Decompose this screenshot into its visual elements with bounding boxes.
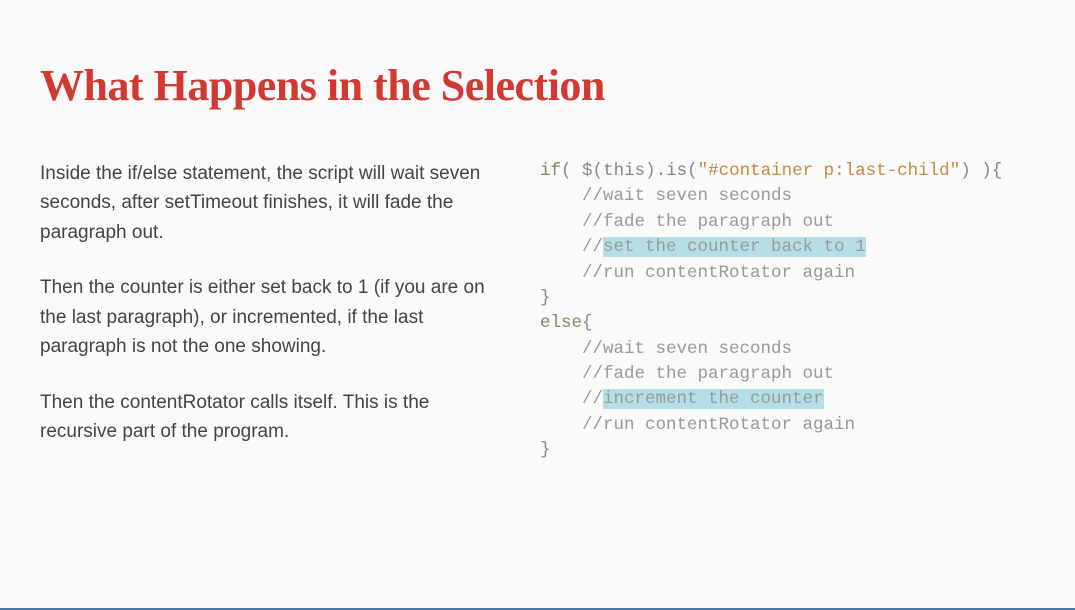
paren: ) (960, 161, 971, 181)
code-line-if: if( $(this).is("#container p:last-child"… (540, 159, 1035, 184)
paren: ) (645, 161, 656, 181)
content-area: Inside the if/else statement, the script… (40, 159, 1035, 473)
code-line-comment: //run contentRotator again (540, 413, 1035, 438)
code-line-comment: //wait seven seconds (540, 337, 1035, 362)
code-line-else: else{ (540, 311, 1035, 336)
comment: //fade the paragraph out (582, 212, 834, 232)
comment: //wait seven seconds (582, 339, 792, 359)
dot: . (656, 161, 667, 181)
paragraph-3: Then the contentRotator calls itself. Th… (40, 388, 500, 447)
brace: { (992, 161, 1003, 181)
indent (540, 415, 582, 435)
brace: } (540, 440, 551, 460)
comment-prefix: // (582, 237, 603, 257)
indent (540, 339, 582, 359)
code-line-comment: //fade the paragraph out (540, 210, 1035, 235)
indent (540, 212, 582, 232)
indent (540, 237, 582, 257)
selector-string: "#container p:last-child" (698, 161, 961, 181)
indent (540, 364, 582, 384)
indent (540, 389, 582, 409)
indent (540, 263, 582, 283)
comment: //run contentRotator again (582, 263, 855, 283)
paragraph-1: Inside the if/else statement, the script… (40, 159, 500, 247)
code-line-comment: //increment the counter (540, 387, 1035, 412)
slide-title: What Happens in the Selection (40, 60, 1035, 111)
comment-prefix: // (582, 389, 603, 409)
code-line-comment: //wait seven seconds (540, 184, 1035, 209)
code-line-brace: } (540, 438, 1035, 463)
space (572, 161, 583, 181)
this-keyword: this (603, 161, 645, 181)
comment-highlighted: set the counter back to 1 (603, 237, 866, 257)
comment-highlighted: increment the counter (603, 389, 824, 409)
paren: ( (561, 161, 572, 181)
code-line-comment: //run contentRotator again (540, 261, 1035, 286)
code-line-brace: } (540, 286, 1035, 311)
text-column: Inside the if/else statement, the script… (40, 159, 500, 473)
paragraph-2: Then the counter is either set back to 1… (40, 273, 500, 361)
comment: //fade the paragraph out (582, 364, 834, 384)
brace: } (540, 288, 551, 308)
code-line-comment: //fade the paragraph out (540, 362, 1035, 387)
comment: //run contentRotator again (582, 415, 855, 435)
paren: ) (971, 161, 992, 181)
comment: //wait seven seconds (582, 186, 792, 206)
paren: ( (687, 161, 698, 181)
method-is: is (666, 161, 687, 181)
jquery-dollar: $( (582, 161, 603, 181)
indent (540, 186, 582, 206)
code-line-comment: //set the counter back to 1 (540, 235, 1035, 260)
code-block: if( $(this).is("#container p:last-child"… (540, 159, 1035, 473)
keyword-else: else (540, 313, 582, 333)
brace: { (582, 313, 593, 333)
keyword-if: if (540, 161, 561, 181)
